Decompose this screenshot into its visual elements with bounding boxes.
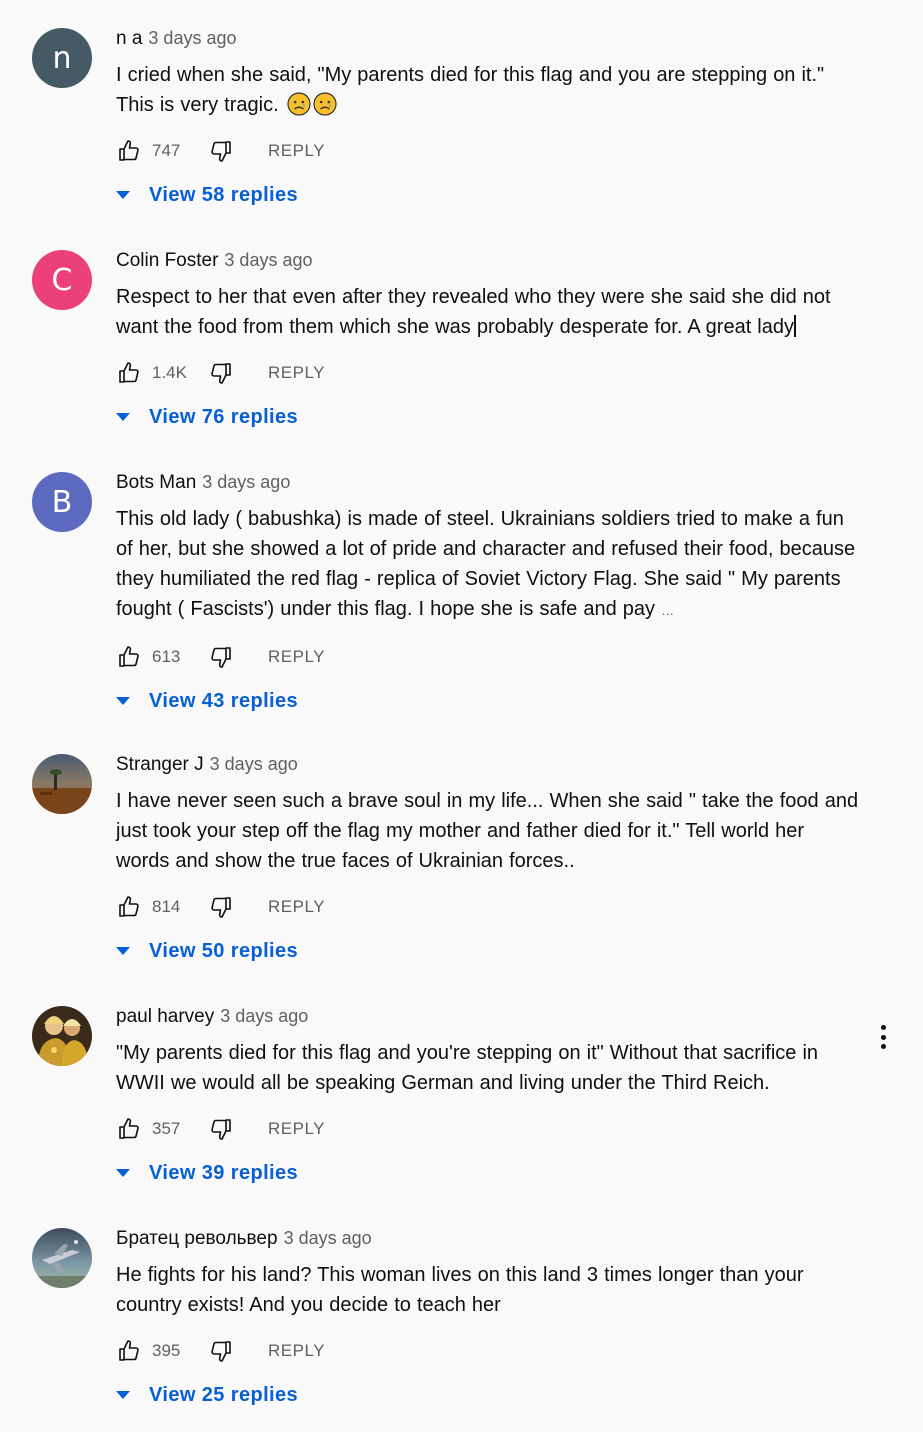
like-count: 613 [152, 647, 181, 666]
caret-down-icon [116, 1391, 130, 1399]
caret-down-icon [116, 191, 130, 199]
dislike-button[interactable] [208, 138, 234, 164]
thumbs-up-icon [119, 140, 139, 161]
view-replies-label: View 50 replies [149, 939, 299, 962]
like-button[interactable] [116, 1116, 142, 1142]
thumbs-down-icon [211, 141, 231, 162]
comments-section: n n a 3 days ago I cried when she said, … [0, 0, 923, 1432]
view-replies-button[interactable]: View 58 replies [116, 180, 316, 210]
comment-text-content: I have never seen such a brave soul in m… [116, 790, 859, 872]
thumbs-down-icon [211, 897, 231, 918]
reply-button[interactable]: REPLY [268, 1341, 325, 1361]
like-button[interactable] [116, 644, 142, 670]
comment-author[interactable]: Братец револьвер [116, 1228, 278, 1250]
comment-text: "My parents died for this flag and you'r… [116, 1038, 861, 1098]
view-replies-label: View 76 replies [149, 405, 299, 428]
comment-text: This old lady ( babushka) is made of ste… [116, 504, 861, 626]
thumbs-up-icon [119, 896, 139, 917]
comment-time[interactable]: 3 days ago [220, 1006, 308, 1027]
aircraft-avatar-image [32, 1228, 92, 1288]
like-button[interactable] [116, 894, 142, 920]
comment-time[interactable]: 3 days ago [148, 28, 236, 49]
comment-author[interactable]: Colin Foster [116, 250, 218, 272]
view-replies-label: View 58 replies [149, 183, 299, 206]
thumbs-down-icon [211, 363, 231, 384]
comment-author[interactable]: Bots Man [116, 472, 196, 494]
thumbs-up-icon [119, 646, 139, 667]
thumbs-up-icon [119, 1118, 139, 1139]
view-replies-label: View 25 replies [149, 1383, 299, 1406]
comment-text: I cried when she said, "My parents died … [116, 60, 861, 120]
like-button[interactable] [116, 360, 142, 386]
like-count: 395 [152, 1341, 181, 1360]
like-button[interactable] [116, 1338, 142, 1364]
like-count: 357 [152, 1119, 181, 1138]
reply-button[interactable]: REPLY [268, 141, 325, 161]
comment-time[interactable]: 3 days ago [210, 754, 298, 775]
view-replies-label: View 43 replies [149, 689, 299, 712]
sad-face-emoji [287, 92, 311, 116]
view-replies-button[interactable]: View 76 replies [116, 402, 316, 432]
comment-text-content: This old lady ( babushka) is made of ste… [116, 508, 856, 620]
comment-text-content: Respect to her that even after they reve… [116, 286, 831, 338]
more-vertical-icon[interactable] [873, 1022, 893, 1052]
reply-button[interactable]: REPLY [268, 897, 325, 917]
avatar[interactable] [32, 754, 92, 814]
comment-author[interactable]: Stranger J [116, 754, 204, 776]
avatar[interactable]: C [32, 250, 92, 310]
comment-author[interactable]: paul harvey [116, 1006, 214, 1028]
like-count: 1.4K [152, 363, 187, 382]
reply-button[interactable]: REPLY [268, 1119, 325, 1139]
caret-down-icon [116, 697, 130, 705]
avatar[interactable]: n [32, 28, 92, 88]
read-more-ellipsis[interactable]: … [661, 603, 674, 618]
sad-face-emoji [313, 92, 337, 116]
caret-down-icon [116, 413, 130, 421]
avatar-letter: C [51, 262, 73, 298]
thumbs-up-icon [119, 362, 139, 383]
view-replies-button[interactable]: View 39 replies [116, 1158, 316, 1188]
landscape-avatar-image [32, 754, 92, 814]
view-replies-label: View 39 replies [149, 1161, 299, 1184]
comment-text-content: I cried when she said, "My parents died … [116, 64, 825, 116]
dislike-button[interactable] [208, 644, 234, 670]
view-replies-button[interactable]: View 50 replies [116, 936, 316, 966]
caret-down-icon [116, 947, 130, 955]
comment-time[interactable]: 3 days ago [202, 472, 290, 493]
avatar[interactable] [32, 1006, 92, 1066]
dislike-button[interactable] [208, 894, 234, 920]
view-replies-button[interactable]: View 25 replies [116, 1380, 316, 1410]
reply-button[interactable]: REPLY [268, 363, 325, 383]
comment-text: Respect to her that even after they reve… [116, 282, 861, 342]
caret-down-icon [116, 1169, 130, 1177]
avatar[interactable]: B [32, 472, 92, 532]
comment-text-content: "My parents died for this flag and you'r… [116, 1042, 819, 1094]
reply-button[interactable]: REPLY [268, 647, 325, 667]
thumbs-down-icon [211, 647, 231, 668]
avatar[interactable] [32, 1228, 92, 1288]
comment-text: He fights for his land? This woman lives… [116, 1260, 861, 1320]
like-button[interactable] [116, 138, 142, 164]
comment-time[interactable]: 3 days ago [284, 1228, 372, 1249]
comment-text: I have never seen such a brave soul in m… [116, 786, 861, 876]
thumbs-down-icon [211, 1341, 231, 1362]
thumbs-down-icon [211, 1119, 231, 1140]
comment-text-content: He fights for his land? This woman lives… [116, 1264, 804, 1316]
comment-author[interactable]: n a [116, 28, 142, 50]
dislike-button[interactable] [208, 1116, 234, 1142]
avatar-letter: n [52, 40, 72, 76]
dislike-button[interactable] [208, 1338, 234, 1364]
view-replies-button[interactable]: View 43 replies [116, 686, 316, 716]
comment-time[interactable]: 3 days ago [224, 250, 312, 271]
thumbs-up-icon [119, 1340, 139, 1361]
dislike-button[interactable] [208, 360, 234, 386]
avatar-letter: B [51, 484, 73, 520]
people-avatar-image [32, 1006, 92, 1066]
like-count: 814 [152, 897, 181, 916]
like-count: 747 [152, 141, 181, 160]
text-cursor [794, 315, 796, 337]
